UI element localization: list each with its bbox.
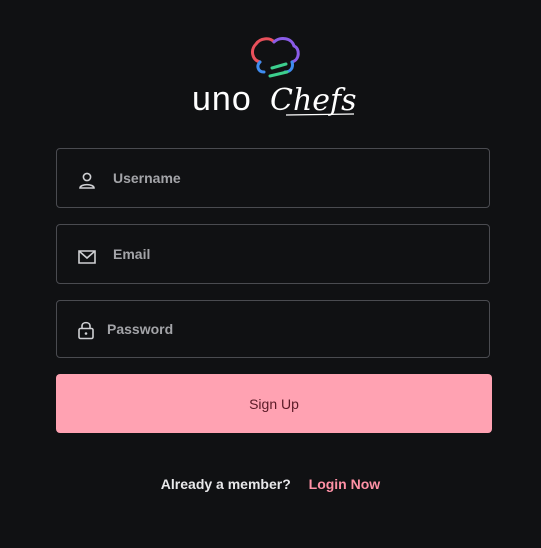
password-input[interactable] — [107, 301, 477, 357]
login-now-link[interactable]: Login Now — [309, 476, 381, 492]
password-field-container — [56, 300, 490, 358]
already-member-text: Already a member? — [160, 476, 291, 492]
envelope-icon — [77, 247, 97, 267]
sign-up-button[interactable]: Sign Up — [56, 374, 492, 433]
email-field-container — [56, 224, 490, 284]
username-field-container — [56, 148, 490, 208]
login-prompt: Already a member? Login Now — [0, 476, 541, 492]
brand-name-uno: uno — [192, 80, 252, 118]
brand-name-chefs: Chefs — [270, 83, 357, 118]
unochefs-logo: uno Chefs — [190, 32, 360, 122]
email-input[interactable] — [113, 225, 477, 283]
signup-page: uno Chefs Username Email Sign Up Already… — [0, 0, 541, 548]
lock-icon — [76, 320, 96, 340]
username-input[interactable] — [113, 149, 477, 207]
person-icon — [77, 170, 97, 190]
chef-hat-icon — [251, 37, 300, 78]
